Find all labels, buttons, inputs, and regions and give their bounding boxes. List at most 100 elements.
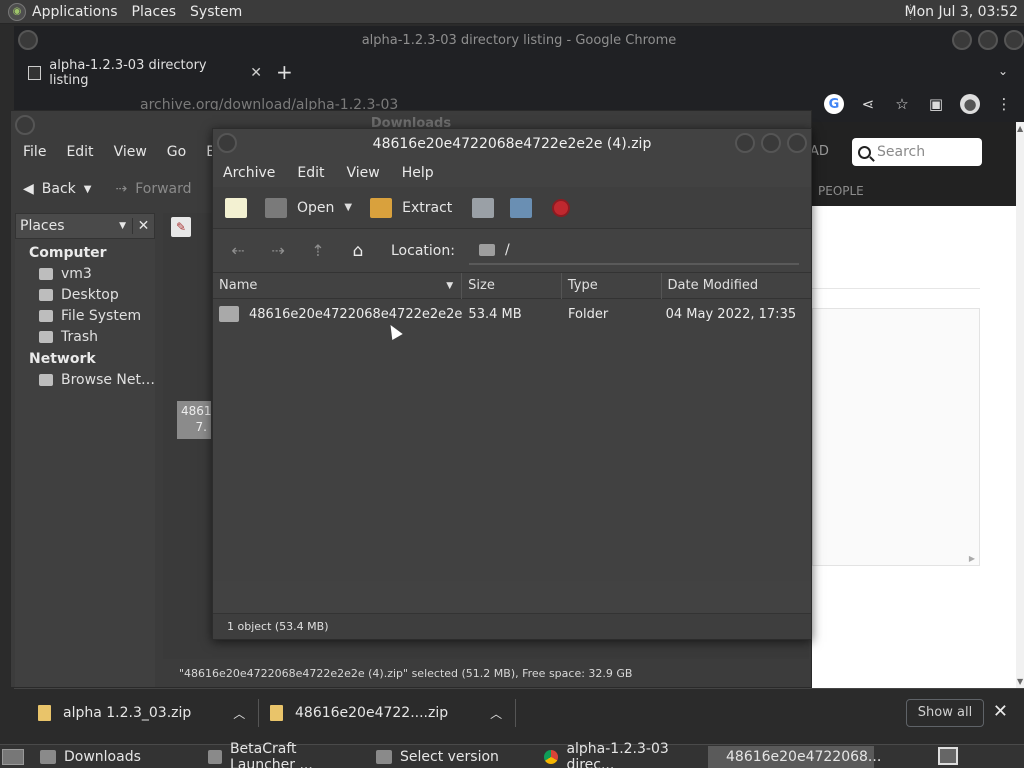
people-link[interactable]: PEOPLE [818,184,864,198]
chevron-up-icon[interactable]: ︿ [233,705,245,722]
content-box: ▶ [812,308,980,566]
column-name[interactable]: Name ▼ [213,272,463,299]
forward-arrow-icon[interactable]: ⇢ [115,181,127,197]
maximize-button[interactable] [978,30,998,50]
tab-close-icon[interactable]: ✕ [250,65,262,81]
sidebar-item-label: Trash [61,329,98,345]
add-folder-icon[interactable] [510,197,533,218]
close-button[interactable] [1004,30,1024,50]
menu-edit[interactable]: Edit [297,165,324,181]
table-row[interactable]: 48616e20e4722068e4722e2e2e 53.4 MB Folde… [213,299,811,329]
row-size: 53.4 MB [468,306,522,322]
open-archive-icon[interactable] [265,197,287,218]
taskbar-item-select-version[interactable]: Select version [366,746,532,768]
taskbar-item-downloads[interactable]: Downloads [30,746,196,768]
archive-manager-toolbar: Open ▼ Extract [213,187,811,229]
share-icon[interactable]: ⋖ [858,94,878,114]
sidebar-item-trash[interactable]: Trash [15,324,155,345]
minimize-button[interactable] [735,133,755,153]
menu-help[interactable]: Help [402,165,434,181]
menu-applications[interactable]: Applications [32,4,118,20]
back-arrow-icon[interactable]: ⇠ [225,241,251,260]
close-button[interactable] [787,133,807,153]
menu-edit[interactable]: Edit [66,144,93,160]
chevron-up-icon[interactable]: ︿ [490,705,502,722]
sidebar-title[interactable]: Places [20,218,65,234]
sidebar-item-file-system[interactable]: File System [15,303,155,324]
back-button[interactable]: Back [42,181,76,197]
extract-icon[interactable] [370,197,393,218]
window-menu-button[interactable] [217,133,237,153]
download-item[interactable]: alpha 1.2.3_03.zip ︿ [38,689,260,737]
sidebar-item-vm3[interactable]: vm3 [15,261,155,282]
up-arrow-icon[interactable]: ⇡ [305,241,331,260]
open-button[interactable]: Open [297,200,334,216]
new-archive-icon[interactable] [225,197,247,218]
column-type[interactable]: Type [562,272,662,299]
home-icon[interactable]: ⌂ [345,241,371,261]
page-scrollbar[interactable]: ▲ ▼ [1016,122,1024,688]
more-menu-icon[interactable]: ⋮ [994,94,1014,114]
column-date-modified[interactable]: Date Modified [662,273,812,299]
site-search-input[interactable]: Search [852,138,982,166]
window-menu-button[interactable] [18,30,38,50]
upload-link[interactable]: AD [810,144,829,159]
profile-avatar-icon[interactable]: ● [960,94,980,114]
browser-tab[interactable]: alpha-1.2.3-03 directory listing ✕ [28,58,262,88]
show-all-button[interactable]: Show all [906,699,984,727]
menu-places[interactable]: Places [132,4,177,20]
minimize-button[interactable] [952,30,972,50]
workspace-switcher[interactable] [938,747,958,765]
taskbar-item-chrome[interactable]: alpha-1.2.3-03 direc... [534,741,706,768]
download-filename: alpha 1.2.3_03.zip [63,705,192,721]
window-menu-button[interactable] [15,115,35,135]
location-field[interactable]: / [468,237,799,265]
search-icon [858,145,871,159]
sidebar-close-icon[interactable]: ✕ [132,218,154,234]
sidebar-item-browse-network[interactable]: Browse Net… [15,367,155,388]
stop-icon[interactable] [552,198,571,217]
sidebar-item-label: Desktop [61,287,119,303]
show-desktop-icon[interactable] [2,748,24,765]
download-item[interactable]: 48616e20e4722....zip ︿ [270,689,517,737]
back-arrow-icon[interactable]: ◀ [23,181,34,197]
add-files-icon[interactable] [472,197,495,218]
menu-system[interactable]: System [190,4,242,20]
zip-file-item[interactable]: 48616 7. [177,401,219,439]
top-panel: ◉ Applications Places System Mon Jul 3, … [0,0,1024,24]
bookmark-star-icon[interactable]: ☆ [892,94,912,114]
location-value: / [504,241,510,258]
sidebar-item-desktop[interactable]: Desktop [15,282,155,303]
maximize-button[interactable] [761,133,781,153]
clock[interactable]: Mon Jul 3, 03:52 [905,4,1018,20]
forward-arrow-icon[interactable]: ⇢ [265,241,291,260]
side-panel-icon[interactable]: ▣ [926,94,946,114]
taskbar-item-archive[interactable]: 48616e20e4722068... [708,746,881,768]
column-label: Name [219,277,258,293]
column-size[interactable]: Size [462,272,562,299]
open-dropdown-icon[interactable]: ▼ [344,202,352,213]
extract-button[interactable]: Extract [402,200,452,216]
google-lens-icon[interactable]: G [824,94,844,114]
taskbar-item-betacraft[interactable]: BetaCraft Launcher ... [198,741,364,768]
system-logo-icon[interactable]: ◉ [8,2,26,21]
menu-view[interactable]: View [347,165,380,181]
forward-button[interactable]: Forward [135,181,191,197]
menu-view[interactable]: View [114,144,147,160]
scroll-down-icon[interactable]: ▼ [1017,677,1023,686]
menu-archive[interactable]: Archive [223,165,275,181]
tab-strip: alpha-1.2.3-03 directory listing ✕ + ⌄ [14,56,1024,90]
menu-go[interactable]: Go [167,144,186,160]
scroll-up-icon[interactable]: ▲ [1017,124,1023,133]
close-icon[interactable]: ✕ [993,701,1008,722]
back-dropdown-icon[interactable]: ▼ [84,184,92,195]
divider [515,699,517,727]
scroll-right-icon[interactable]: ▶ [969,554,975,563]
task-label: alpha-1.2.3-03 direc... [566,741,669,768]
edit-location-icon[interactable]: ✎ [171,217,191,237]
new-tab-button[interactable]: + [276,60,293,84]
menu-file[interactable]: File [23,144,46,160]
sidebar-dropdown-icon[interactable]: ▼ [119,221,126,231]
tab-search-chevron-icon[interactable]: ⌄ [998,64,1008,78]
chrome-titlebar: alpha-1.2.3-03 directory listing - Googl… [14,26,1024,56]
